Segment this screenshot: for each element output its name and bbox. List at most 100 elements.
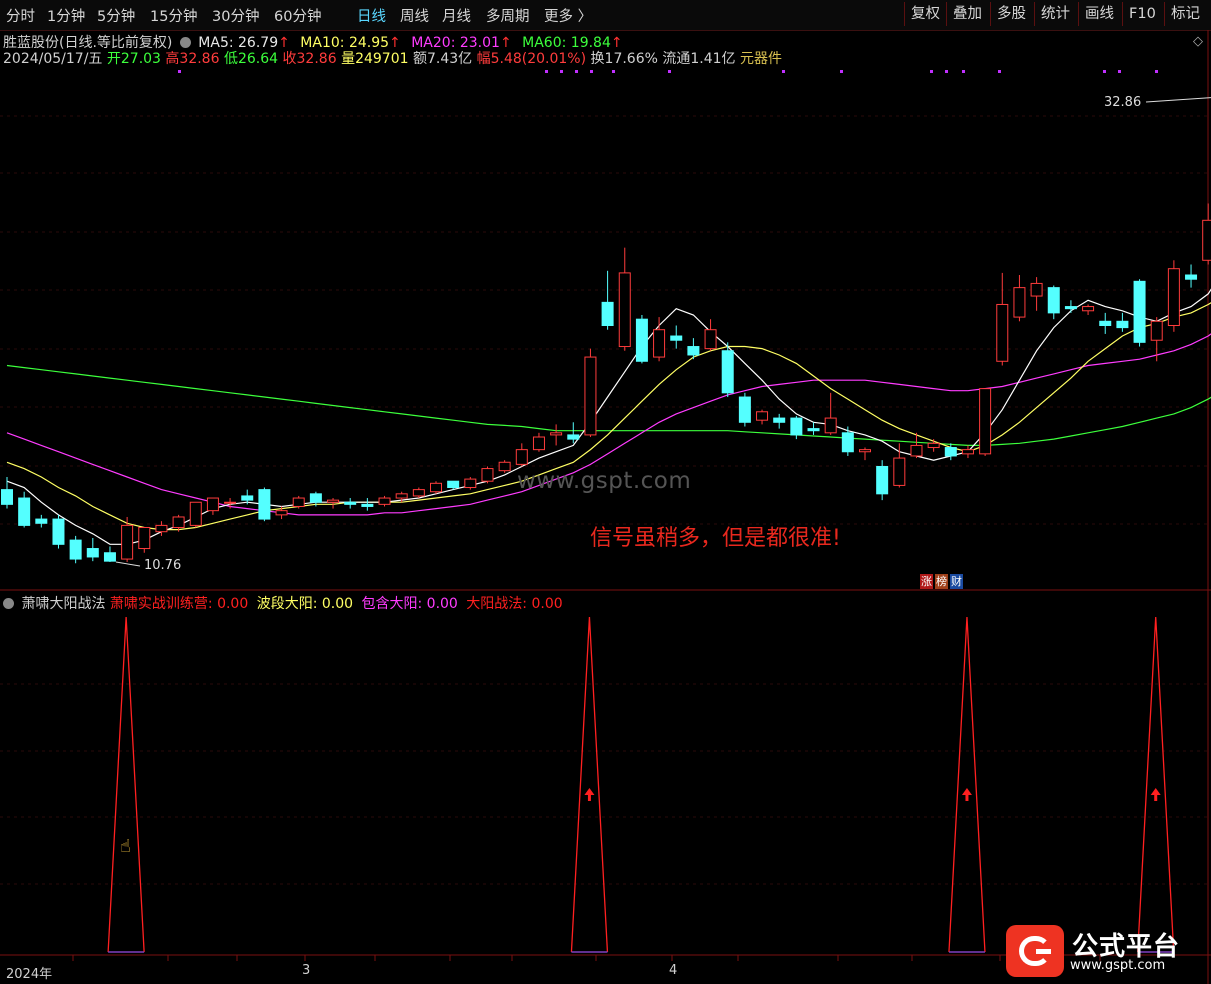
candle-body bbox=[155, 524, 168, 533]
candle-body bbox=[807, 428, 820, 432]
indicator-line4-value: 0.00 bbox=[531, 596, 563, 612]
signal-dot bbox=[560, 70, 563, 73]
candle-body bbox=[103, 552, 116, 562]
candle-body bbox=[172, 516, 185, 528]
candle-body bbox=[481, 468, 494, 482]
candle-body bbox=[996, 303, 1009, 362]
indicator-line1-value: 0.00 bbox=[217, 596, 249, 612]
signal-up-arrow-stem bbox=[965, 795, 969, 801]
candle-body bbox=[412, 489, 425, 497]
candle-body bbox=[1, 489, 13, 505]
indicator-header: 萧啸大阳战法 萧啸实战训练营: 0.00 波段大阳: 0.00 包含大阳: 0.… bbox=[3, 593, 563, 613]
candle-body bbox=[121, 524, 134, 560]
signal-peak bbox=[107, 616, 145, 953]
candle-body bbox=[653, 329, 666, 358]
indicator-line1-label: 萧啸实战训练营: bbox=[109, 596, 213, 612]
signal-peak bbox=[570, 616, 609, 953]
candle-body bbox=[447, 480, 460, 489]
candle-body bbox=[635, 318, 648, 362]
candle-body bbox=[464, 478, 477, 489]
candle-body bbox=[1185, 274, 1198, 280]
candle-body bbox=[670, 335, 683, 341]
candle-body bbox=[292, 497, 305, 507]
indicator-line2-value: 0.00 bbox=[321, 596, 354, 612]
candle-body bbox=[721, 350, 734, 394]
signal-dot bbox=[1155, 70, 1158, 73]
candle-body bbox=[1133, 280, 1146, 343]
candle-body bbox=[1082, 306, 1095, 312]
indicator-line3-label: 包含大阳: bbox=[361, 596, 423, 612]
candle-body bbox=[1047, 287, 1060, 314]
candle-body bbox=[704, 329, 717, 350]
signal-dot bbox=[782, 70, 785, 73]
badge-zhang[interactable]: 涨 bbox=[920, 574, 933, 589]
annotation-text: 信号虽稍多，但是都很准! bbox=[590, 526, 841, 551]
candle-body bbox=[979, 388, 992, 455]
candle-body bbox=[1099, 320, 1112, 327]
candle-body bbox=[859, 449, 871, 453]
hand-cursor-icon: ☝ bbox=[120, 836, 131, 857]
candle-body bbox=[395, 493, 408, 499]
candle-body bbox=[1202, 219, 1211, 261]
candle-body bbox=[1116, 320, 1129, 329]
signal-dot bbox=[840, 70, 843, 73]
candle-body bbox=[550, 432, 563, 436]
candle-body bbox=[1167, 268, 1180, 327]
axis-march-label: 3 bbox=[302, 963, 311, 978]
low-price-label: 10.76 bbox=[144, 558, 182, 573]
candle-body bbox=[1030, 282, 1043, 297]
axis-year-label: 2024年 bbox=[6, 967, 53, 982]
watermark: www.gspt.com bbox=[517, 468, 692, 494]
candle-body bbox=[790, 417, 803, 436]
indicator-name[interactable]: 萧啸大阳战法 bbox=[21, 596, 105, 612]
candle-body bbox=[893, 457, 906, 486]
candle-body bbox=[824, 417, 837, 434]
candle-body bbox=[841, 432, 854, 453]
candle-body bbox=[515, 449, 528, 465]
candle-body bbox=[1150, 320, 1163, 341]
candle-body bbox=[738, 396, 751, 423]
candle-body bbox=[927, 442, 940, 449]
candle-body bbox=[567, 434, 580, 440]
candle-body bbox=[309, 493, 322, 503]
badge-bang[interactable]: 榜 bbox=[935, 574, 948, 589]
candle-body bbox=[69, 539, 82, 560]
candle-body bbox=[241, 495, 254, 501]
signal-dot bbox=[668, 70, 671, 73]
signal-up-arrow-stem bbox=[1154, 795, 1158, 801]
indicator-settings-icon[interactable] bbox=[3, 598, 14, 609]
candle-body bbox=[344, 501, 357, 505]
candle-body bbox=[361, 503, 374, 507]
candle-body bbox=[876, 465, 889, 495]
signal-dot bbox=[545, 70, 548, 73]
logo-url: www.gspt.com bbox=[1070, 958, 1166, 973]
signal-dot bbox=[998, 70, 1001, 73]
candle-body bbox=[189, 501, 202, 526]
axis-april-label: 4 bbox=[669, 963, 678, 978]
indicator-line2-label: 波段大阳: bbox=[256, 596, 318, 612]
signal-dot bbox=[575, 70, 578, 73]
candle-body bbox=[961, 449, 974, 455]
candle-body bbox=[18, 497, 31, 526]
candle-body bbox=[35, 518, 48, 524]
candle-body bbox=[584, 356, 597, 436]
candle-body bbox=[430, 482, 442, 493]
candle-body bbox=[944, 447, 957, 457]
signal-dot bbox=[612, 70, 615, 73]
candle-body bbox=[1064, 306, 1077, 310]
low-pointer bbox=[115, 561, 141, 567]
candle-body bbox=[1013, 287, 1026, 318]
candle-body bbox=[378, 497, 391, 505]
candle-body bbox=[773, 417, 786, 423]
signal-dot bbox=[930, 70, 933, 73]
gspt-logo-icon bbox=[1006, 925, 1064, 977]
candle-body bbox=[532, 436, 545, 451]
candle-body bbox=[910, 444, 923, 457]
signal-dot bbox=[1103, 70, 1106, 73]
candle-body bbox=[86, 548, 99, 558]
badge-cai[interactable]: 财 bbox=[950, 574, 963, 589]
signal-up-arrow-icon bbox=[961, 788, 972, 795]
candle-body bbox=[138, 526, 151, 550]
candle-body bbox=[258, 489, 271, 520]
signal-dot bbox=[590, 70, 593, 73]
